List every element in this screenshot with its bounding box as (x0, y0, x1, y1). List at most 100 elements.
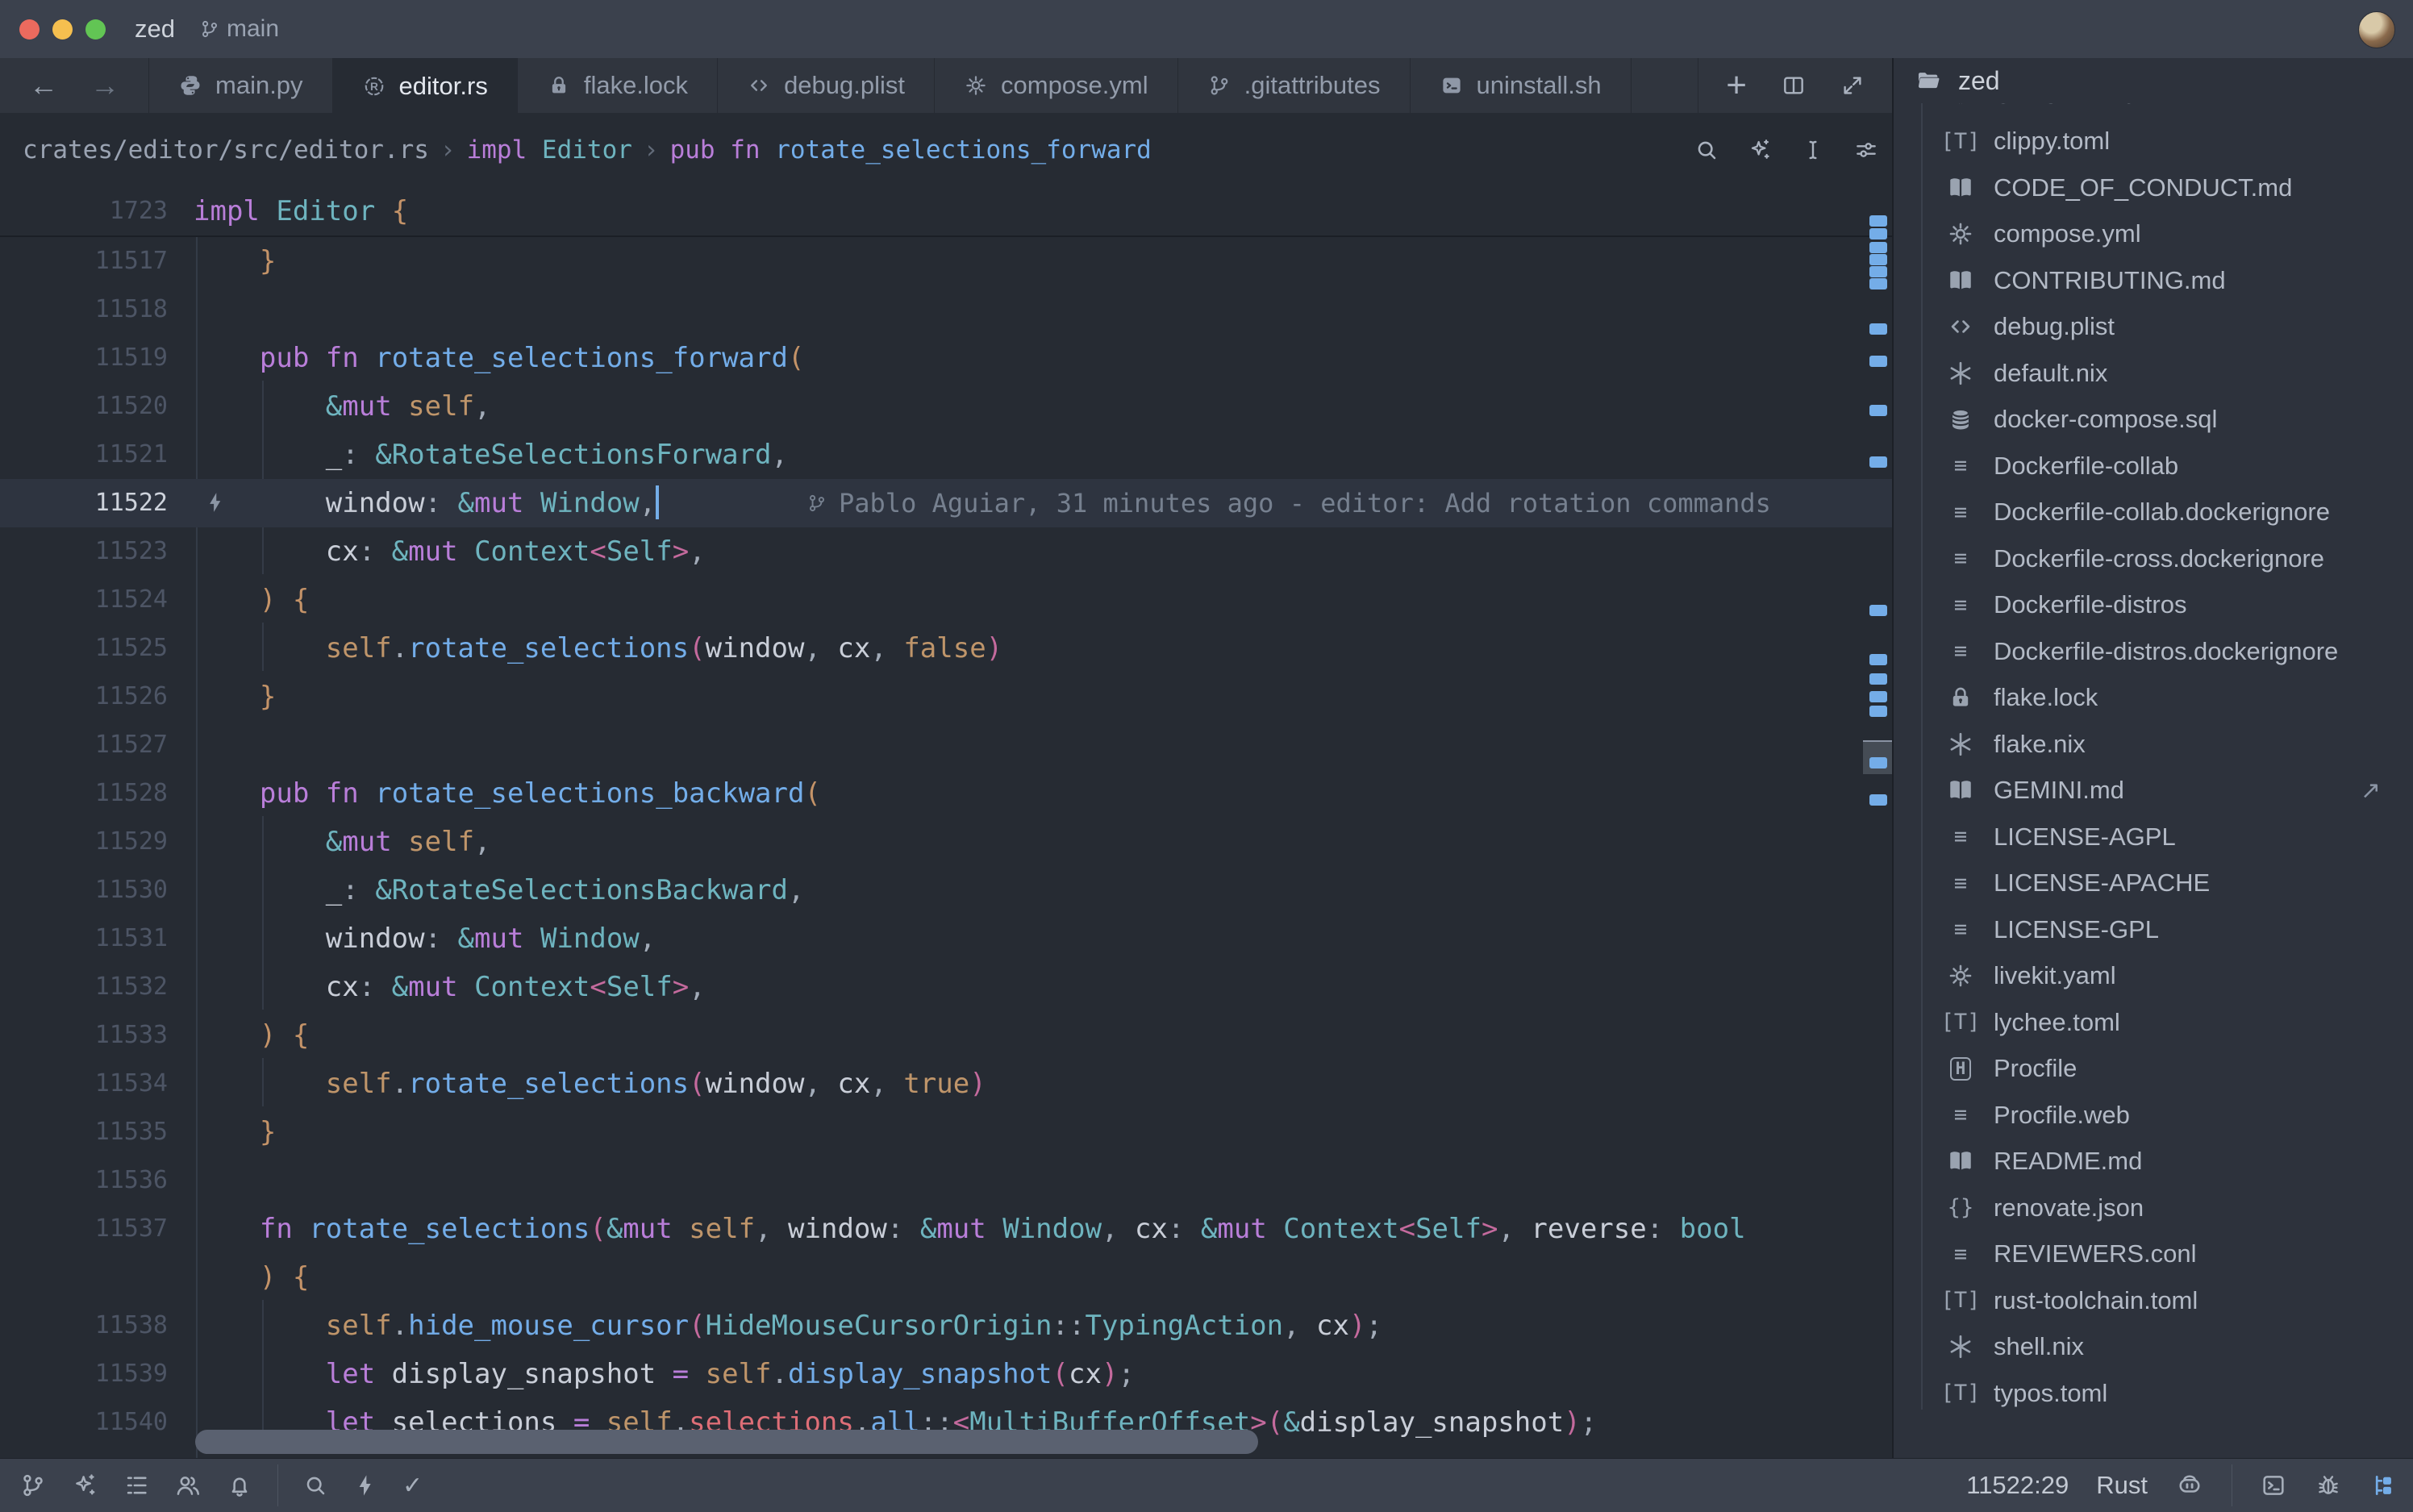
file-entry-LICENSE-GPL[interactable]: ≡LICENSE-GPL (1894, 906, 2413, 953)
git-panel-button[interactable] (19, 1472, 47, 1499)
code-line-11535[interactable]: 11535 } (0, 1108, 1892, 1156)
project-search-button[interactable] (302, 1472, 328, 1498)
file-entry-Dockerfile-distros[interactable]: ≡Dockerfile-distros (1894, 582, 2413, 629)
right-dock-toggle-button[interactable] (2369, 1472, 2397, 1499)
file-entry-README.md[interactable]: README.md (1894, 1139, 2413, 1185)
file-entry-CONTRIBUTING.md[interactable]: CONTRIBUTING.md (1894, 257, 2413, 304)
minimize-window-button[interactable] (52, 19, 73, 40)
code-line-11529[interactable]: 11529 &mut self, (0, 818, 1892, 866)
assistant-panel-button[interactable] (71, 1472, 98, 1499)
code-line-11524[interactable]: 11524 ) { (0, 576, 1892, 624)
code-line-11539[interactable]: 11539 let display_snapshot = self.displa… (0, 1350, 1892, 1398)
code-line-11526[interactable]: 11526 } (0, 673, 1892, 721)
project-root-entry[interactable]: zed (1894, 58, 2413, 103)
horizontal-scrollbar-thumb[interactable] (195, 1430, 1258, 1454)
file-entry-shell.nix[interactable]: shell.nix (1894, 1324, 2413, 1371)
buffer-search-button[interactable] (1694, 137, 1719, 163)
file-entry-Dockerfile-collab.dockerignore[interactable]: ≡Dockerfile-collab.dockerignore (1894, 489, 2413, 536)
language-selector[interactable]: Rust (2096, 1471, 2148, 1500)
file-entry-flake.nix[interactable]: flake.nix (1894, 721, 2413, 768)
file-entry-Procfile[interactable]: HProcfile (1894, 1046, 2413, 1093)
file-entry-LICENSE-APACHE[interactable]: ≡LICENSE-APACHE (1894, 860, 2413, 907)
cursor-position[interactable]: 11522:29 (1966, 1471, 2069, 1500)
branch-selector[interactable]: main (199, 15, 279, 43)
tab-flake.lock[interactable]: flake.lock (518, 58, 718, 113)
tab-main.py[interactable]: main.py (149, 58, 333, 113)
code-line-11522[interactable]: 11522 window: &mut Window,Pablo Aguiar, … (0, 479, 1892, 527)
notifications-button[interactable] (226, 1472, 253, 1499)
file-entry-livekit.yaml[interactable]: livekit.yaml (1894, 953, 2413, 1000)
code-line-11534[interactable]: 11534 self.rotate_selections(window, cx,… (0, 1060, 1892, 1108)
code-line-11537[interactable]: 11537 fn rotate_selections(&mut self, wi… (0, 1205, 1892, 1253)
file-entry-Dockerfile-cross.dockerignore[interactable]: ≡Dockerfile-cross.dockerignore (1894, 535, 2413, 582)
tab-uninstall.sh[interactable]: uninstall.sh (1411, 58, 1632, 113)
copilot-button[interactable] (2175, 1471, 2204, 1500)
file-entry-Dockerfile-distros.dockerignore[interactable]: ≡Dockerfile-distros.dockerignore (1894, 628, 2413, 675)
code-line-11518[interactable]: 11518 (0, 285, 1892, 334)
editor-controls-button[interactable] (1853, 137, 1879, 163)
code-line-11530[interactable]: 11530 _: &RotateSelectionsBackward, (0, 866, 1892, 914)
code-line-11525[interactable]: 11525 self.rotate_selections(window, cx,… (0, 624, 1892, 673)
file-entry-REVIEWERS.conl[interactable]: ≡REVIEWERS.conl (1894, 1231, 2413, 1278)
code-line-11538[interactable]: 11538 self.hide_mouse_cursor(HideMouseCu… (0, 1302, 1892, 1350)
expand-pane-button[interactable] (1840, 73, 1865, 98)
code-line-11520[interactable]: 11520 &mut self, (0, 382, 1892, 431)
code-line-11523[interactable]: 11523 cx: &mut Context<Self>, (0, 527, 1892, 576)
file-entry-CODE_OF_CONDUCT.md[interactable]: CODE_OF_CONDUCT.md (1894, 165, 2413, 211)
breadcrumb[interactable]: crates/editor/src/editor.rs › impl Edito… (23, 135, 1152, 165)
file-entry-flake.lock[interactable]: flake.lock (1894, 675, 2413, 722)
file-entry-renovate.json[interactable]: {}renovate.json (1894, 1185, 2413, 1231)
forward-button[interactable]: → (90, 69, 119, 102)
file-entry-CLAUDE.md[interactable]: CLAUDE.md (1894, 103, 2413, 119)
close-window-button[interactable] (19, 19, 40, 40)
code-line-11528[interactable]: 11528 pub fn rotate_selections_backward( (0, 769, 1892, 818)
file-entry-Procfile.web[interactable]: ≡Procfile.web (1894, 1092, 2413, 1139)
code-action-lightning-icon[interactable] (203, 490, 227, 514)
code-line-11527[interactable]: 11527 (0, 721, 1892, 769)
code-editor[interactable]: 1723impl Editor { 11517 }1151811519 pub … (0, 187, 1892, 1458)
code-line-11531[interactable]: 11531 window: &mut Window, (0, 914, 1892, 963)
tab-compose.yml[interactable]: compose.yml (935, 58, 1178, 113)
code-line-11533[interactable]: 11533 ) { (0, 1011, 1892, 1060)
outline-panel-button[interactable] (123, 1472, 150, 1499)
file-entry-default.nix[interactable]: default.nix (1894, 350, 2413, 397)
inline-assist-button[interactable] (1747, 137, 1773, 163)
debugger-button[interactable] (2315, 1472, 2342, 1499)
file-entry-docker-compose.sql[interactable]: docker-compose.sql (1894, 397, 2413, 444)
selection-menu-button[interactable] (1800, 137, 1826, 163)
diagnostics-button[interactable]: ✓ (402, 1472, 423, 1500)
vertical-scrollbar[interactable] (1863, 187, 1892, 1458)
code-line-11517[interactable]: 11517 } (0, 237, 1892, 285)
terminal-panel-button[interactable] (2260, 1472, 2287, 1499)
tab-debug.plist[interactable]: debug.plist (718, 58, 935, 113)
code-line-11536[interactable]: 11536 (0, 1156, 1892, 1205)
file-entry-LICENSE-AGPL[interactable]: ≡LICENSE-AGPL (1894, 814, 2413, 860)
file-entry-clippy.toml[interactable]: [T]clippy.toml (1894, 119, 2413, 165)
scrollbar-edit-marker (1869, 356, 1887, 367)
quick-actions-button[interactable] (352, 1472, 378, 1498)
line-number: 1723 (0, 187, 194, 235)
collab-panel-button[interactable] (174, 1472, 202, 1499)
file-entry-GEMINI.md[interactable]: GEMINI.md↗ (1894, 768, 2413, 814)
code-line-11532[interactable]: 11532 cx: &mut Context<Self>, (0, 963, 1892, 1011)
file-entry-rust-toolchain.toml[interactable]: [T]rust-toolchain.toml (1894, 1277, 2413, 1324)
tab-.gitattributes[interactable]: .gitattributes (1178, 58, 1411, 113)
code-line-11519[interactable]: 11519 pub fn rotate_selections_forward( (0, 334, 1892, 382)
user-avatar[interactable] (2358, 11, 2395, 48)
file-entry-Dockerfile-collab[interactable]: ≡Dockerfile-collab (1894, 443, 2413, 489)
code-line-wrap[interactable]: ) { (0, 1253, 1892, 1302)
new-tab-button[interactable]: + (1726, 68, 1747, 103)
file-entry-debug.plist[interactable]: debug.plist (1894, 304, 2413, 351)
book-icon (1947, 1148, 1974, 1175)
file-entry-lychee.toml[interactable]: [T]lychee.toml (1894, 999, 2413, 1046)
lines-icon: ≡ (1954, 593, 1967, 618)
zoom-window-button[interactable] (85, 19, 106, 40)
split-pane-button[interactable] (1781, 73, 1807, 98)
code-line-11521[interactable]: 11521 _: &RotateSelectionsForward, (0, 431, 1892, 479)
inline-git-blame[interactable]: Pablo Aguiar, 31 minutes ago - editor: A… (806, 479, 1771, 527)
sticky-context-line[interactable]: 1723impl Editor { (0, 187, 1892, 237)
tab-editor.rs[interactable]: editor.rs (333, 58, 518, 114)
back-button[interactable]: ← (29, 69, 58, 102)
file-entry-typos.toml[interactable]: [T]typos.toml (1894, 1370, 2413, 1417)
file-entry-compose.yml[interactable]: compose.yml (1894, 211, 2413, 258)
